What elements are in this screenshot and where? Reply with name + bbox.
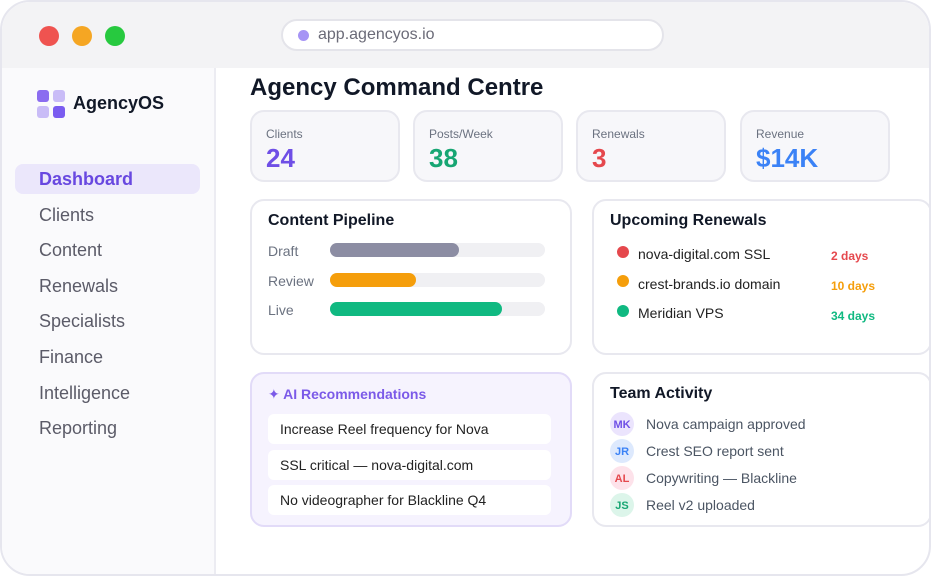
- renewal-name[interactable]: nova-digital.com SSL: [638, 246, 770, 262]
- status-dot: [617, 275, 629, 287]
- card-title: ✦ AI Recommendations: [268, 386, 427, 402]
- sidebar-item-specialists[interactable]: Specialists: [15, 306, 200, 336]
- upcoming-renewals-card: Upcoming Renewals nova-digital.com SSL 2…: [592, 199, 929, 355]
- ai-recommendations-card: ✦ AI Recommendations Increase Reel frequ…: [250, 372, 572, 527]
- recommendation-item[interactable]: SSL critical — nova-digital.com: [268, 450, 551, 480]
- activity-text: Reel v2 uploaded: [646, 497, 755, 513]
- sidebar-item-clients[interactable]: Clients: [15, 200, 200, 230]
- sidebar-item-intelligence[interactable]: Intelligence: [15, 378, 200, 408]
- pipeline-label-review: Review: [268, 273, 314, 289]
- stat-label: Clients: [266, 127, 303, 141]
- sidebar-item-dashboard[interactable]: Dashboard: [15, 164, 200, 194]
- recommendation-item[interactable]: Increase Reel frequency for Nova: [268, 414, 551, 444]
- browser-window: app.agencyos.io AgencyOS Dashboard Clien…: [0, 0, 931, 576]
- status-dot: [617, 246, 629, 258]
- content-pipeline-card: Content Pipeline Draft Review Live: [250, 199, 572, 355]
- renewal-days-badge: 10 days: [831, 279, 876, 293]
- stat-card-renewals[interactable]: Renewals 3: [576, 110, 726, 182]
- page-title: Agency Command Centre: [250, 74, 544, 101]
- stat-label: Revenue: [756, 127, 805, 141]
- stat-value: $14K: [756, 143, 819, 173]
- sidebar-item-reporting[interactable]: Reporting: [15, 413, 200, 443]
- brand-name: AgencyOS: [73, 93, 165, 113]
- stat-card-revenue[interactable]: Revenue $14K: [740, 110, 890, 182]
- card-title: Team Activity: [610, 385, 713, 402]
- url-text: app.agencyos.io: [318, 26, 435, 43]
- stat-card-clients[interactable]: Clients 24: [250, 110, 400, 182]
- renewal-name[interactable]: Meridian VPS: [638, 305, 724, 321]
- agencyos-logo-icon: [37, 90, 67, 120]
- avatar: AL: [610, 466, 634, 490]
- stat-label: Posts/Week: [429, 127, 493, 141]
- sidebar-item-content[interactable]: Content: [15, 235, 200, 265]
- pipeline-bar-draft: [330, 243, 545, 257]
- avatar: MK: [610, 412, 634, 436]
- renewal-name[interactable]: crest-brands.io domain: [638, 276, 780, 292]
- recommendation-item[interactable]: No videographer for Blackline Q4: [268, 485, 551, 515]
- minimize-window-button[interactable]: [72, 26, 92, 46]
- avatar: JR: [610, 439, 634, 463]
- sidebar-item-renewals[interactable]: Renewals: [15, 271, 200, 301]
- pipeline-bar-fill: [330, 302, 502, 316]
- renewal-days-badge: 2 days: [831, 249, 869, 263]
- sidebar: AgencyOS Dashboard Clients Content Renew…: [2, 68, 216, 574]
- renewal-days-badge: 34 days: [831, 309, 876, 323]
- sidebar-nav: Dashboard Clients Content Renewals Speci…: [15, 164, 200, 449]
- card-title: Content Pipeline: [268, 212, 395, 229]
- stat-label: Renewals: [592, 127, 645, 141]
- pipeline-label-draft: Draft: [268, 243, 299, 259]
- status-dot: [617, 305, 629, 317]
- pipeline-label-live: Live: [268, 302, 294, 318]
- stat-value: 38: [429, 143, 458, 173]
- pipeline-bar-review: [330, 273, 545, 287]
- activity-text: Nova campaign approved: [646, 416, 806, 432]
- team-activity-card: Team Activity MK Nova campaign approved …: [592, 372, 929, 527]
- address-bar[interactable]: app.agencyos.io: [281, 19, 664, 51]
- maximize-window-button[interactable]: [105, 26, 125, 46]
- stat-card-posts-week[interactable]: Posts/Week 38: [413, 110, 563, 182]
- pipeline-bar-fill: [330, 273, 416, 287]
- sidebar-item-finance[interactable]: Finance: [15, 342, 200, 372]
- stat-value: 3: [592, 143, 607, 173]
- site-indicator-icon: [298, 30, 309, 41]
- close-window-button[interactable]: [39, 26, 59, 46]
- avatar: JS: [610, 493, 634, 517]
- browser-titlebar: app.agencyos.io: [2, 2, 929, 68]
- activity-text: Crest SEO report sent: [646, 443, 784, 459]
- pipeline-bar-live: [330, 302, 545, 316]
- card-title: Upcoming Renewals: [610, 212, 767, 229]
- stat-value: 24: [266, 143, 295, 173]
- activity-text: Copywriting — Blackline: [646, 470, 797, 486]
- pipeline-bar-fill: [330, 243, 459, 257]
